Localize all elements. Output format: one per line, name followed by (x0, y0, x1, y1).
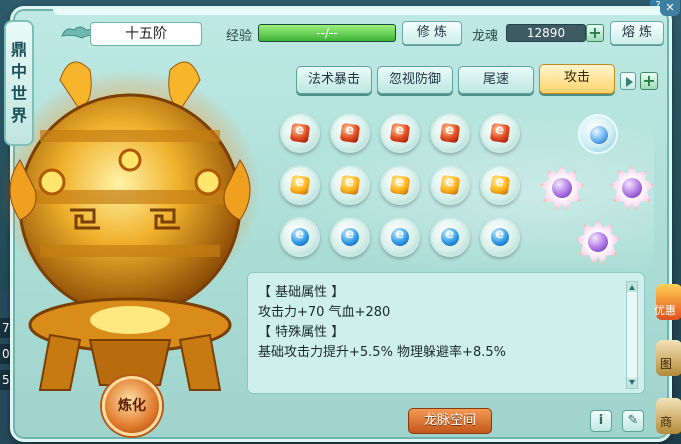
orange-gem-icon[interactable] (430, 165, 470, 205)
edit-icon[interactable]: ✎ (622, 410, 644, 432)
special-attr-header: 【 特殊属性 】 (258, 325, 345, 340)
red-gem-icon[interactable] (280, 113, 320, 153)
gem-core (289, 122, 311, 144)
gem-core (339, 122, 361, 144)
gem-core (439, 226, 461, 248)
basic-attr-header: 【 基础属性 】 (258, 285, 345, 300)
close-icon[interactable]: ✕ (660, 0, 680, 16)
shop-icon[interactable]: 商 (656, 398, 681, 434)
gem-core (389, 122, 411, 144)
orange-gem-icon[interactable] (330, 165, 370, 205)
panel-title-tab: 鼎 中 世 界 (4, 20, 34, 146)
cauldron-icon (0, 61, 260, 391)
red-gem-icon[interactable] (330, 113, 370, 153)
core-gem-icon[interactable] (578, 114, 618, 154)
map-label: 图 (660, 357, 673, 371)
scroll-up-icon[interactable] (627, 282, 637, 292)
offer-label: 优惠 (654, 304, 676, 317)
gem-core (439, 174, 461, 196)
soul-value: 12890 (506, 24, 586, 42)
next-tab-arrow-icon[interactable] (620, 72, 636, 90)
soul-label: 龙魂 (472, 29, 499, 44)
tab-spell-crit[interactable]: 法术暴击 (296, 66, 372, 94)
gem-core (489, 226, 511, 248)
add-soul-button[interactable]: + (586, 24, 604, 42)
gem-core (439, 122, 461, 144)
map-icon[interactable]: 图 (656, 340, 681, 376)
tab-ignore-defense[interactable]: 忽视防御 (377, 66, 453, 94)
red-gem-icon[interactable] (430, 113, 470, 153)
blue-gem-icon[interactable] (430, 217, 470, 257)
blue-gem-icon[interactable] (380, 217, 420, 257)
gem-core (289, 174, 311, 196)
gem-core (339, 226, 361, 248)
refine-button[interactable]: 炼化 (102, 376, 162, 436)
scrollbar[interactable] (626, 281, 638, 389)
tab-attack[interactable]: 攻击 (539, 64, 615, 94)
smelt-button[interactable]: 熔 炼 (610, 21, 664, 45)
gem-core (389, 174, 411, 196)
basic-attr-line: 攻击力+70 气血+280 (258, 305, 391, 320)
exp-bar: --/-- (258, 24, 396, 42)
orange-gem-icon[interactable] (380, 165, 420, 205)
blue-gem-icon[interactable] (330, 217, 370, 257)
gem-core (489, 174, 511, 196)
attributes-panel: 【 基础属性 】 攻击力+70 气血+280 【 特殊属性 】 基础攻击力提升+… (247, 272, 645, 394)
title-char: 界 (10, 106, 27, 125)
add-tab-button[interactable]: + (640, 72, 658, 90)
gem-core (489, 122, 511, 144)
orange-gem-icon[interactable] (280, 165, 320, 205)
cultivate-button[interactable]: 修 炼 (402, 21, 462, 45)
info-icon[interactable]: i (590, 410, 612, 432)
blue-gem-icon[interactable] (280, 217, 320, 257)
title-char: 中 (10, 62, 27, 81)
shop-label: 商 (660, 415, 673, 429)
title-char: 鼎 (10, 40, 27, 59)
red-gem-icon[interactable] (480, 113, 520, 153)
dragon-vein-space-button[interactable]: 龙脉空间 (408, 408, 492, 434)
panel-top-edge (53, 9, 673, 15)
offer-icon[interactable]: 优惠 (654, 284, 681, 320)
title-char: 世 (10, 84, 27, 103)
orange-gem-icon[interactable] (480, 165, 520, 205)
gem-core (339, 174, 361, 196)
blue-gem-icon[interactable] (480, 217, 520, 257)
scroll-down-icon[interactable] (627, 378, 637, 388)
tab-tail-speed[interactable]: 尾速 (458, 66, 534, 94)
exp-value: --/-- (316, 26, 338, 40)
special-attr-line: 基础攻击力提升+5.5% 物理躲避率+8.5% (258, 345, 506, 360)
red-gem-icon[interactable] (380, 113, 420, 153)
gem-core (289, 226, 311, 248)
gem-core (389, 226, 411, 248)
